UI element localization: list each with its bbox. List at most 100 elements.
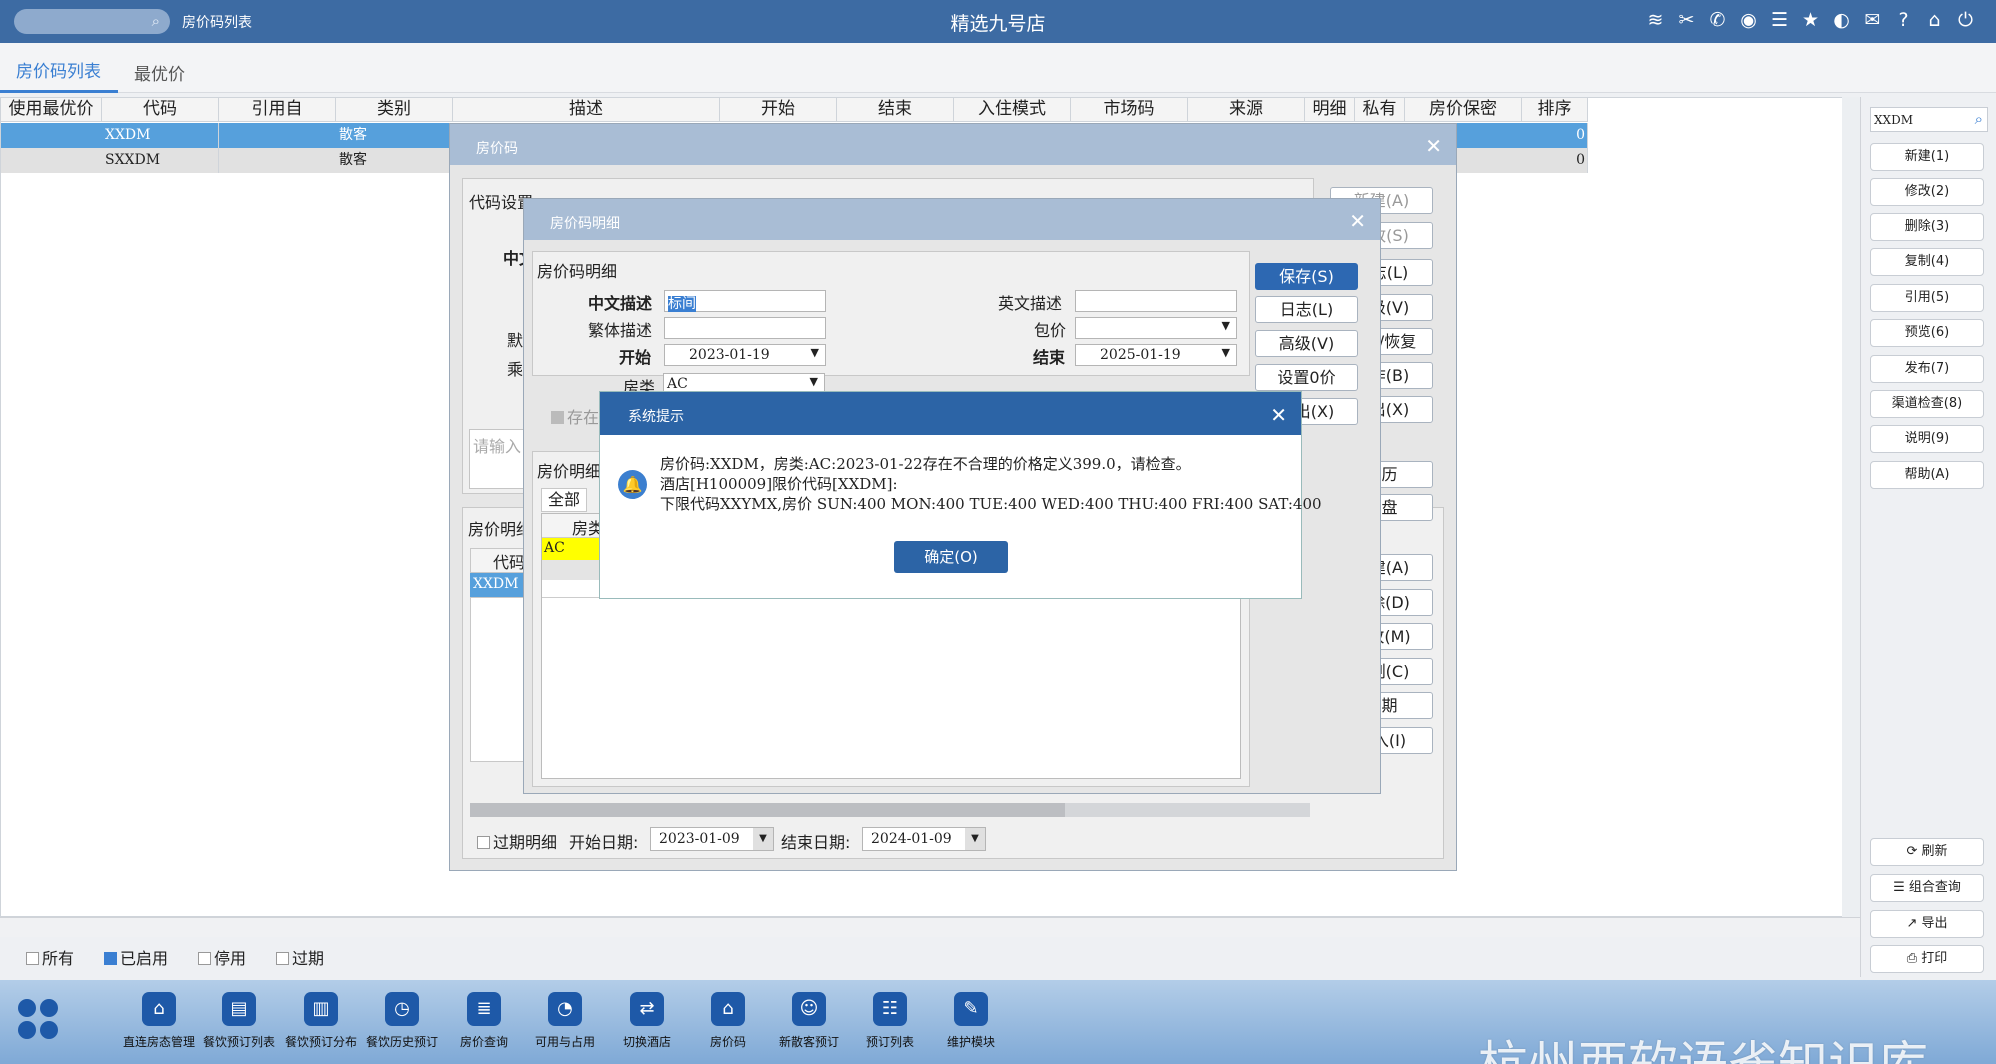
col-header[interactable]: 房价保密 bbox=[1405, 98, 1522, 122]
active-tab-indicator bbox=[0, 90, 118, 93]
col-header[interactable]: 入住模式 bbox=[954, 98, 1071, 122]
expired-detail-filter[interactable]: 过期明细 bbox=[477, 829, 557, 853]
star-icon[interactable]: ★ bbox=[1800, 9, 1821, 31]
dropdown-arrow-icon[interactable]: ▼ bbox=[810, 375, 818, 388]
combined-query-button[interactable]: ☰ 组合查询 bbox=[1870, 874, 1984, 902]
end-date-input[interactable]: 2024-01-09 ▼ bbox=[862, 827, 986, 851]
en-desc-input[interactable] bbox=[1075, 290, 1237, 312]
stored-checkbox[interactable]: 存在 bbox=[551, 404, 599, 428]
col-header[interactable]: 来源 bbox=[1188, 98, 1305, 122]
ok-button[interactable]: 确定(O) bbox=[894, 541, 1008, 573]
copy-button[interactable]: 复制(4) bbox=[1870, 248, 1984, 276]
horizontal-scrollbar[interactable] bbox=[470, 803, 1310, 817]
notes-button[interactable]: 说明(9) bbox=[1870, 425, 1984, 453]
col-header[interactable]: 引用自 bbox=[219, 98, 336, 122]
tw-desc-input[interactable] bbox=[664, 317, 826, 339]
col-header[interactable]: 代码 bbox=[470, 548, 526, 573]
start-date-input[interactable]: 2023-01-09 ▼ bbox=[650, 827, 774, 851]
tab-best-price[interactable]: 最优价 bbox=[134, 60, 185, 85]
taskbar-item[interactable]: ▥ 餐饮预订分布 bbox=[278, 992, 364, 1050]
checkbox[interactable] bbox=[477, 836, 490, 849]
col-header[interactable]: 使用最优价 bbox=[1, 98, 102, 122]
tab-all[interactable]: 全部 bbox=[541, 488, 587, 512]
new-button[interactable]: 新建(1) bbox=[1870, 143, 1984, 171]
channel-check-button[interactable]: 渠道检查(8) bbox=[1870, 390, 1984, 418]
filter-disabled[interactable]: 停用 bbox=[198, 945, 246, 969]
delete-button[interactable]: 删除(3) bbox=[1870, 213, 1984, 241]
checkbox[interactable] bbox=[26, 952, 39, 965]
col-header[interactable]: 明细 bbox=[1305, 98, 1355, 122]
menu-icon[interactable]: ☰ bbox=[1769, 9, 1790, 31]
taskbar-item[interactable]: ◔ 可用与占用 bbox=[522, 992, 608, 1050]
help-icon[interactable]: ? bbox=[1893, 9, 1914, 31]
checkbox[interactable] bbox=[198, 952, 212, 965]
mail-icon[interactable]: ✉ bbox=[1862, 9, 1883, 31]
advanced-button[interactable]: 高级(V) bbox=[1255, 330, 1358, 357]
taskbar-item[interactable]: ◷ 餐饮历史预订 bbox=[359, 992, 445, 1050]
package-select[interactable]: ▼ bbox=[1075, 317, 1237, 339]
dropdown-arrow-icon[interactable]: ▼ bbox=[753, 828, 773, 850]
publish-button[interactable]: 发布(7) bbox=[1870, 355, 1984, 383]
col-header[interactable]: 代码 bbox=[102, 98, 219, 122]
close-icon[interactable]: ✕ bbox=[1270, 403, 1287, 427]
cn-desc-input[interactable]: 标间 bbox=[664, 290, 826, 312]
grid-horizontal-scrollbar[interactable] bbox=[0, 917, 1860, 937]
reference-button[interactable]: 引用(5) bbox=[1870, 284, 1984, 312]
taskbar-item[interactable]: ☷ 预订列表 bbox=[847, 992, 933, 1050]
log-button[interactable]: 日志(L) bbox=[1255, 296, 1358, 323]
print-button[interactable]: ⎙ 打印 bbox=[1870, 945, 1984, 973]
close-icon[interactable]: ✕ bbox=[1349, 209, 1366, 233]
database-icon: ≣ bbox=[467, 992, 501, 1026]
preview-button[interactable]: 预览(6) bbox=[1870, 319, 1984, 347]
close-icon[interactable]: ✕ bbox=[1425, 134, 1442, 158]
taskbar-item[interactable]: ⌂ 房价码 bbox=[685, 992, 771, 1050]
col-header[interactable]: 私有 bbox=[1355, 98, 1405, 122]
table-row[interactable]: XXDM bbox=[470, 573, 526, 597]
filter-all[interactable]: 所有 bbox=[26, 945, 74, 969]
filter-expired[interactable]: 过期 bbox=[276, 945, 324, 969]
col-header[interactable]: 结束 bbox=[837, 98, 954, 122]
grid-vertical-scrollbar[interactable] bbox=[1842, 97, 1860, 917]
set-zero-price-button[interactable]: 设置0价 bbox=[1255, 364, 1358, 391]
code-search-input[interactable]: XXDM ⌕ bbox=[1870, 107, 1988, 132]
cell-code: XXDM bbox=[102, 123, 219, 148]
col-header[interactable]: 类别 bbox=[336, 98, 453, 122]
taskbar-items: ⌂ 直连房态管理 ▤ 餐饮预订列表 ▥ 餐饮预订分布 ◷ 餐饮历史预订 ≣ 房价查询 ◔ 可… bbox=[0, 980, 1000, 1064]
field-label: 结束 bbox=[1033, 348, 1066, 367]
col-header[interactable]: 排序 bbox=[1522, 98, 1588, 122]
taskbar-item[interactable]: ⇄ 切换酒店 bbox=[604, 992, 690, 1050]
tools-icon[interactable]: ✂ bbox=[1676, 9, 1697, 31]
taskbar-item[interactable]: ≣ 房价查询 bbox=[441, 992, 527, 1050]
checkbox[interactable] bbox=[551, 411, 564, 424]
wifi-icon[interactable]: ≋ bbox=[1645, 9, 1666, 31]
col-header[interactable]: 描述 bbox=[453, 98, 720, 122]
checkbox[interactable] bbox=[276, 952, 290, 965]
logout-icon[interactable]: ⏻ bbox=[1955, 9, 1976, 31]
refresh-button[interactable]: ⟳ 刷新 bbox=[1870, 838, 1984, 866]
taskbar-item[interactable]: ✎ 维护模块 bbox=[928, 992, 1014, 1050]
taskbar-item[interactable]: ▤ 餐饮预订列表 bbox=[196, 992, 282, 1050]
checkbox[interactable] bbox=[104, 952, 118, 965]
search-icon[interactable]: ⌕ bbox=[1975, 110, 1983, 128]
taskbar-item[interactable]: ☺ 新散客预订 bbox=[766, 992, 852, 1050]
dropdown-arrow-icon[interactable]: ▼ bbox=[811, 346, 819, 359]
phone-icon[interactable]: ✆ bbox=[1707, 9, 1728, 31]
col-header[interactable]: 开始 bbox=[720, 98, 837, 122]
home-icon[interactable]: ⌂ bbox=[1924, 9, 1945, 31]
dropdown-arrow-icon[interactable]: ▼ bbox=[1222, 346, 1230, 359]
save-button[interactable]: 保存(S) bbox=[1255, 263, 1358, 290]
dropdown-arrow-icon[interactable]: ▼ bbox=[1222, 319, 1230, 332]
taskbar-item[interactable]: ⌂ 直连房态管理 bbox=[116, 992, 202, 1050]
help-button[interactable]: 帮助(A) bbox=[1870, 461, 1984, 489]
export-button[interactable]: ↗ 导出 bbox=[1870, 910, 1984, 938]
filter-enabled[interactable]: 已启用 bbox=[104, 945, 168, 969]
dropdown-arrow-icon[interactable]: ▼ bbox=[965, 828, 985, 850]
dialog-title: 房价码 bbox=[450, 124, 1456, 165]
start-date-input[interactable]: 2023-01-19 ▼ bbox=[664, 344, 826, 366]
col-header[interactable]: 市场码 bbox=[1071, 98, 1188, 122]
palette-icon[interactable]: ◉ bbox=[1738, 9, 1759, 31]
theme-icon[interactable]: ◐ bbox=[1831, 9, 1852, 31]
end-date-input[interactable]: 2025-01-19 ▼ bbox=[1075, 344, 1237, 366]
tab-rate-code-list[interactable]: 房价码列表 bbox=[16, 57, 101, 82]
edit-button[interactable]: 修改(2) bbox=[1870, 178, 1984, 206]
